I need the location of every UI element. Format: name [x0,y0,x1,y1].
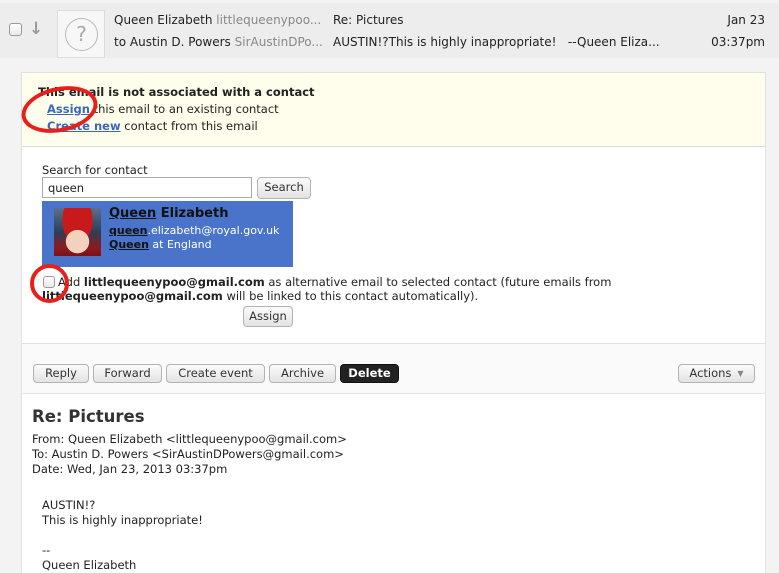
download-arrow-icon[interactable]: ↓ [29,19,43,39]
contact-org-rest: at England [148,238,212,251]
delete-button[interactable]: Delete [340,364,399,383]
message-date: Jan 23 [727,13,765,27]
message-list-row[interactable]: ↓ ? Queen Elizabeth littlequeenypoo... t… [0,3,779,58]
alt-email-address: littlequeenypoo@gmail.com [83,275,265,289]
archive-button[interactable]: Archive [269,364,336,383]
assign-line-text: this email to an existing contact [89,102,279,116]
assign-line: Assign this email to an existing contact [47,102,279,116]
search-contact-label: Search for contact [42,163,148,177]
notice-title: This email is not associated with a cont… [38,85,315,99]
alternative-email-option: Add littlequeenypoo@gmail.com as alterna… [42,275,682,303]
message-detail-panel: This email is not associated with a cont… [21,72,766,573]
message-toolbar: Reply Forward Create event Archive Delet… [22,343,765,394]
forward-button[interactable]: Forward [93,364,162,383]
contact-name: Queen Elizabeth [109,206,228,221]
create-new-link[interactable]: Create new [47,119,121,133]
unknown-contact-icon: ? [65,18,98,51]
contact-email-highlight: queen [109,224,148,237]
message-preview: AUSTIN!?This is highly inappropriate! --… [333,35,660,49]
email-from: From: Queen Elizabeth <littlequeenypoo@g… [32,432,347,446]
email-signature: Queen Elizabeth [42,558,137,572]
sender-name: Queen Elizabeth [114,13,213,27]
contact-name-rest: Elizabeth [156,206,229,221]
recipient-line: to Austin D. Powers SirAustinDPo... [114,35,323,49]
email-subject: Re: Pictures [32,407,145,426]
alt-email-address-2: littlequeenypoo@gmail.com [42,289,223,303]
message-subject: Re: Pictures [333,13,404,27]
message-time: 03:37pm [711,35,765,49]
email-body-line: This is highly inappropriate! [42,513,203,527]
sender-line: Queen Elizabeth littlequeenypoo... [114,13,321,27]
sender-email: littlequeenypoo... [216,13,322,27]
alt-middle-text: as alternative email to selected contact… [264,275,612,289]
contact-search-result[interactable]: Queen Elizabeth queen.elizabeth@royal.go… [42,201,293,267]
search-contact-input[interactable] [42,177,252,198]
to-prefix: to [114,35,127,49]
assign-link[interactable]: Assign [47,102,90,116]
contact-org-highlight: Queen [109,238,149,251]
actions-dropdown[interactable]: Actions ▼ [678,364,755,383]
actions-label: Actions [689,366,732,380]
unassociated-contact-notice: This email is not associated with a cont… [22,73,765,147]
contact-name-highlight: Queen [109,206,157,221]
contact-email: queen.elizabeth@royal.gov.uk [109,224,279,237]
sender-avatar: ? [57,10,105,58]
contact-organization: Queen at England [109,238,212,251]
alt-suffix-text: will be linked to this contact automatic… [222,289,479,303]
email-signature-separator: -- [42,543,51,557]
create-line: Create new contact from this email [47,119,258,133]
search-button[interactable]: Search [257,177,311,199]
contact-email-rest: .elizabeth@royal.gov.uk [147,224,280,237]
add-alternative-email-checkbox[interactable] [43,276,55,288]
message-select-checkbox[interactable] [9,23,22,36]
contact-photo [54,208,101,256]
email-date: Date: Wed, Jan 23, 2013 03:37pm [32,462,228,476]
assign-button[interactable]: Assign [243,306,293,327]
reply-button[interactable]: Reply [33,364,89,383]
create-line-text: contact from this email [120,119,258,133]
create-event-button[interactable]: Create event [166,364,265,383]
chevron-down-icon: ▼ [737,369,744,378]
email-to: To: Austin D. Powers <SirAustinDPowers@g… [32,447,344,461]
recipient-email: SirAustinDPo... [234,35,323,49]
recipient-name: Austin D. Powers [129,35,231,49]
email-body-line: AUSTIN!? [42,498,96,512]
